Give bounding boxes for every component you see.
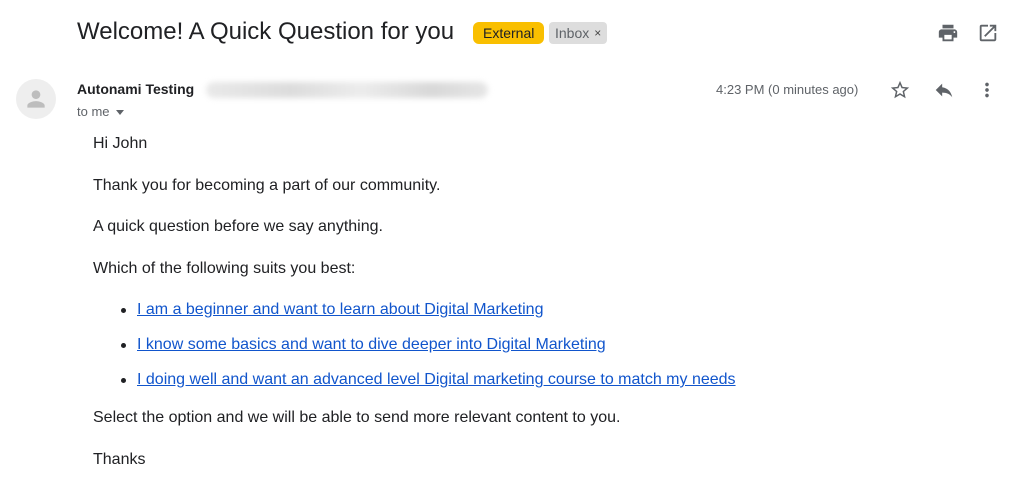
body-paragraph: Select the option and we will be able to… [93, 409, 621, 426]
star-icon [890, 80, 910, 99]
body-paragraph: Which of the following suits you best: [93, 260, 356, 277]
print-icon [938, 24, 958, 42]
open-in-new-window-icon [979, 24, 997, 42]
option-link-advanced[interactable]: I doing well and want an advanced level … [137, 370, 736, 390]
print-button[interactable] [936, 21, 960, 45]
body-paragraph: Thank you for becoming a part of our com… [93, 177, 441, 194]
person-icon [27, 90, 45, 108]
more-vert-icon [985, 82, 989, 98]
body-paragraph: A quick question before we say anything. [93, 218, 383, 235]
list-bullet [121, 343, 126, 348]
external-label-badge: External [473, 22, 545, 44]
avatar[interactable] [16, 79, 56, 119]
email-subject: Welcome! A Quick Question for you [77, 18, 455, 45]
reply-button[interactable] [932, 78, 956, 102]
option-link-beginner[interactable]: I am a beginner and want to learn about … [137, 300, 543, 320]
inbox-label-chip[interactable]: Inbox × [549, 22, 608, 44]
more-options-button[interactable] [975, 78, 999, 102]
list-bullet [121, 308, 126, 313]
recipient-text: to me [77, 104, 110, 119]
chevron-down-icon [115, 110, 124, 115]
sender-name[interactable]: Autonami Testing [77, 81, 194, 97]
sender-email-blurred [206, 82, 488, 98]
reply-icon [935, 83, 953, 98]
recipient-details-toggle[interactable]: to me [77, 104, 124, 119]
body-greeting: Hi John [93, 135, 148, 152]
star-button[interactable] [888, 78, 912, 102]
list-bullet [121, 378, 126, 383]
remove-label-icon[interactable]: × [594, 22, 601, 44]
inbox-label-text: Inbox [555, 25, 590, 41]
open-in-new-window-button[interactable] [976, 21, 1000, 45]
option-link-intermediate[interactable]: I know some basics and want to dive deep… [137, 335, 606, 355]
body-signoff: Thanks [93, 451, 146, 468]
email-timestamp: 4:23 PM (0 minutes ago) [716, 82, 859, 97]
